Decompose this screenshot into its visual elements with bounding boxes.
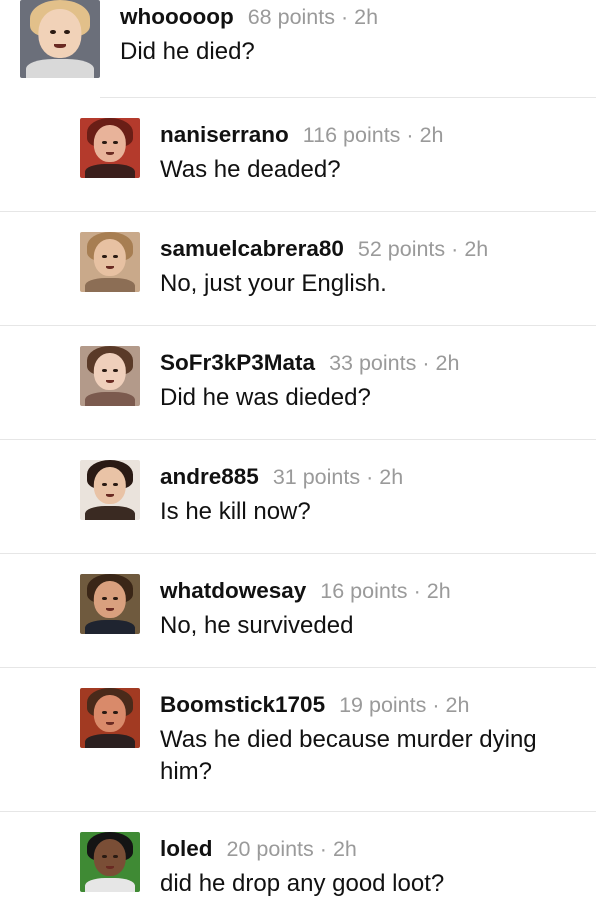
timestamp: 2h — [445, 693, 470, 717]
avatar[interactable] — [80, 688, 140, 748]
timestamp: 2h — [379, 465, 404, 489]
points-count: 68 points — [247, 5, 335, 29]
comment-meta: SoFr3kP3Mata 33 points · 2h — [160, 348, 588, 378]
comment-meta: whatdowesay 16 points · 2h — [160, 576, 588, 606]
avatar[interactable] — [80, 232, 140, 292]
avatar[interactable] — [80, 460, 140, 520]
comment-content: SoFr3kP3Mata 33 points · 2h Did he was diede… — [160, 348, 588, 414]
avatar[interactable] — [80, 832, 140, 892]
points-count: 20 points — [226, 837, 314, 861]
comment-meta: andre885 31 points · 2h — [160, 462, 588, 492]
separator-dot: · — [422, 351, 430, 375]
avatar[interactable] — [20, 0, 100, 78]
comment-meta: whooooop 68 points · 2h — [120, 2, 588, 32]
points-count: 116 points — [302, 123, 401, 147]
timestamp: 2h — [354, 5, 379, 29]
top-comment[interactable]: whooooop 68 points · 2h Did he died? — [0, 0, 596, 98]
username-link[interactable]: naniserrano — [160, 122, 289, 147]
comment-content: samuelcabrera80 52 points · 2h No, just your… — [160, 234, 588, 300]
comment-content: whatdowesay 16 points · 2h No, he surviveded — [160, 576, 588, 642]
reply-comment[interactable]: samuelcabrera80 52 points · 2h No, just your… — [0, 212, 596, 326]
comment-meta: loled 20 points · 2h — [160, 834, 588, 864]
points-count: 16 points — [320, 579, 408, 603]
username-link[interactable]: whooooop — [120, 4, 234, 29]
separator-dot: · — [340, 5, 349, 29]
separator-dot: · — [413, 579, 421, 603]
comment-text: No, he surviveded — [160, 612, 354, 639]
comment-text: did he drop any good loot? — [160, 870, 445, 897]
reply-comment[interactable]: naniserrano 116 points · 2h Was he deaded? — [0, 98, 596, 212]
separator-dot: · — [319, 837, 327, 861]
reply-comment[interactable]: andre885 31 points · 2h Is he kill now? — [0, 440, 596, 554]
separator-dot: · — [451, 237, 459, 261]
comment-text: Was he deaded? — [160, 156, 341, 183]
comment-text: Did he died? — [120, 38, 255, 65]
separator-dot: · — [406, 123, 414, 147]
username-link[interactable]: loled — [160, 836, 213, 861]
username-link[interactable]: samuelcabrera80 — [160, 236, 344, 261]
username-link[interactable]: andre885 — [160, 464, 259, 489]
comment-content: loled 20 points · 2h did he drop any good lo… — [160, 834, 588, 900]
comment-content: Boomstick1705 19 points · 2h Was he died bec… — [160, 690, 588, 788]
username-link[interactable]: Boomstick1705 — [160, 692, 325, 717]
points-count: 19 points — [339, 693, 427, 717]
username-link[interactable]: whatdowesay — [160, 578, 306, 603]
comment-text: Was he died because murder dying him? — [160, 726, 537, 785]
avatar[interactable] — [80, 118, 140, 178]
timestamp: 2h — [419, 123, 444, 147]
timestamp: 2h — [435, 351, 460, 375]
comment-content: naniserrano 116 points · 2h Was he deaded? — [160, 120, 588, 186]
reply-comment[interactable]: Boomstick1705 19 points · 2h Was he died bec… — [0, 668, 596, 812]
comment-text: Is he kill now? — [160, 498, 311, 525]
comment-text: No, just your English. — [160, 270, 387, 297]
points-count: 31 points — [272, 465, 361, 489]
comment-meta: naniserrano 116 points · 2h — [160, 120, 588, 150]
points-count: 33 points — [329, 351, 417, 375]
reply-comment[interactable]: whatdowesay 16 points · 2h No, he surviveded — [0, 554, 596, 668]
comment-thread: whooooop 68 points · 2h Did he died? naniserr… — [0, 0, 596, 902]
comment-meta: samuelcabrera80 52 points · 2h — [160, 234, 588, 264]
comment-meta: Boomstick1705 19 points · 2h — [160, 690, 588, 720]
timestamp: 2h — [332, 837, 357, 861]
avatar[interactable] — [80, 574, 140, 634]
comment-text: Did he was dieded? — [160, 384, 371, 411]
timestamp: 2h — [464, 237, 489, 261]
comment-content: andre885 31 points · 2h Is he kill now? — [160, 462, 588, 528]
comment-content: whooooop 68 points · 2h Did he died? — [120, 2, 588, 68]
avatar[interactable] — [80, 346, 140, 406]
timestamp: 2h — [426, 579, 451, 603]
reply-comment[interactable]: loled 20 points · 2h did he drop any good lo… — [60, 812, 596, 902]
separator-dot: · — [432, 693, 440, 717]
points-count: 52 points — [357, 237, 446, 261]
username-link[interactable]: SoFr3kP3Mata — [160, 350, 315, 375]
reply-comment[interactable]: SoFr3kP3Mata 33 points · 2h Did he was diede… — [0, 326, 596, 440]
separator-dot: · — [366, 465, 374, 489]
